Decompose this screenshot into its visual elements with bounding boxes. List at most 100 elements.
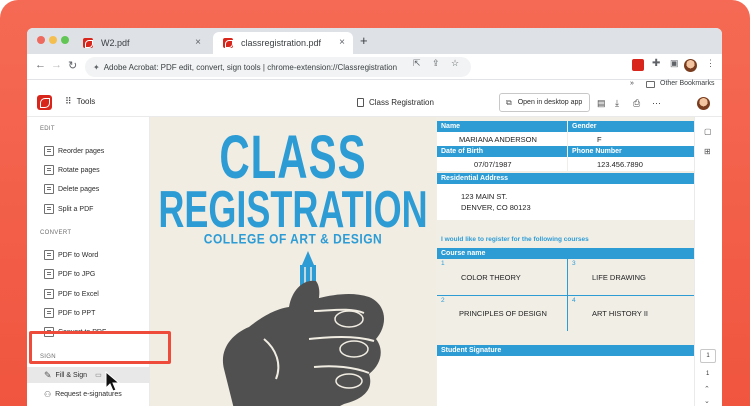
signature-header: Student Signature: [437, 345, 694, 356]
name-field[interactable]: MARIANA ANDERSON: [437, 132, 567, 146]
print-icon[interactable]: ⎙: [633, 98, 640, 109]
open-external-icon[interactable]: ⇱: [413, 58, 421, 69]
acrobat-extension-icon[interactable]: [632, 59, 644, 71]
pdf-to-ppt-item[interactable]: PDF to PPT: [44, 306, 95, 320]
delete-icon: [44, 184, 54, 194]
rotate-icon: [44, 165, 54, 175]
people-icon: ⚇: [44, 389, 52, 399]
star-icon[interactable]: ☆: [451, 58, 459, 69]
course-name-header: Course name: [437, 248, 694, 259]
section-edit: EDIT: [40, 126, 55, 132]
tab-title: W2.pdf: [101, 38, 130, 48]
grid-icon: ⠿: [65, 96, 72, 106]
delete-pages-item[interactable]: Delete pages: [44, 182, 99, 196]
close-tab-icon[interactable]: ×: [195, 37, 201, 48]
ppt-icon: [44, 308, 54, 318]
course-3[interactable]: LIFE DRAWING: [592, 273, 646, 282]
item-label: Fill & Sign: [55, 371, 88, 379]
document-title: Class Registration: [357, 98, 434, 107]
gender-header: Gender: [568, 121, 694, 132]
address-header: Residential Address: [437, 173, 694, 184]
item-label: Rotate pages: [58, 166, 100, 174]
tab-title: classregistration.pdf: [241, 38, 322, 48]
mouse-cursor-icon: [105, 371, 121, 392]
sidepanel-icon[interactable]: ▣: [670, 58, 679, 69]
acrobat-header: ⠿ Tools Class Registration ⧉ Open in des…: [27, 90, 722, 117]
profile-avatar[interactable]: [684, 59, 697, 72]
item-label: PDF to PPT: [58, 309, 96, 317]
share-icon[interactable]: ⇪: [432, 58, 440, 69]
phone-value: 123.456.7890: [597, 160, 643, 169]
item-label: Reorder pages: [58, 147, 105, 155]
more-options-icon[interactable]: ⋯: [652, 98, 661, 109]
bookmarks-chevron-icon[interactable]: »: [630, 80, 634, 87]
pdf-to-word-item[interactable]: PDF to Word: [44, 248, 98, 262]
dob-field[interactable]: 07/07/1987: [437, 157, 567, 171]
item-label: Delete pages: [58, 185, 100, 193]
split-pdf-item[interactable]: Split a PDF: [44, 202, 93, 216]
registration-form: Name Gender MARIANA ANDERSON F Date of B…: [437, 121, 694, 406]
chevron-down-icon[interactable]: ⌄: [704, 397, 710, 405]
open-in-desktop-button[interactable]: ⧉ Open in desktop app: [499, 93, 590, 112]
reload-button[interactable]: ↻: [68, 59, 77, 72]
extensions-icon[interactable]: ✚: [652, 58, 660, 69]
poster-panel: CLASS REGISTRATION COLLEGE OF ART & DESI…: [150, 117, 436, 406]
course-number: 3: [572, 260, 576, 267]
course-number: 4: [572, 297, 576, 304]
comment-icon[interactable]: ▤: [597, 98, 606, 109]
acrobat-logo-icon[interactable]: [37, 95, 52, 110]
tab-w2[interactable]: W2.pdf ×: [73, 32, 209, 54]
tools-button[interactable]: ⠿ Tools: [65, 96, 95, 107]
name-value: MARIANA ANDERSON: [459, 135, 537, 144]
split-icon: [44, 204, 54, 214]
course-2[interactable]: PRINCIPLES OF DESIGN: [459, 309, 547, 318]
chevron-up-icon[interactable]: ⌃: [704, 385, 710, 393]
window-maximize-dot[interactable]: [61, 36, 69, 44]
document-viewer[interactable]: CLASS REGISTRATION COLLEGE OF ART & DESI…: [150, 117, 694, 406]
course-1[interactable]: COLOR THEORY: [461, 273, 521, 282]
word-icon: [44, 250, 54, 260]
pdf-to-excel-item[interactable]: PDF to Excel: [44, 287, 99, 301]
pdf-icon: [83, 38, 93, 48]
comments-icon[interactable]: ▢: [704, 127, 712, 136]
download-icon[interactable]: ⤓: [615, 98, 619, 109]
page-number-input[interactable]: 1: [700, 349, 716, 363]
course-number: 1: [441, 260, 445, 267]
address-text: Adobe Acrobat: PDF edit, convert, sign t…: [103, 62, 398, 72]
fill-and-sign-item[interactable]: ✎ Fill & Sign ▭: [44, 368, 102, 382]
back-button[interactable]: ←: [35, 59, 46, 71]
window-close-dot[interactable]: [37, 36, 45, 44]
courses-intro: I would like to register for the followi…: [441, 236, 589, 243]
phone-header: Phone Number: [568, 146, 694, 157]
rotate-pages-item[interactable]: Rotate pages: [44, 163, 100, 177]
course-4[interactable]: ART HISTORY II: [592, 309, 648, 318]
document-title-text: Class Registration: [369, 98, 434, 107]
page-total: 1: [706, 371, 710, 377]
browser-menu-icon[interactable]: ⋮: [706, 58, 715, 69]
hand-holding-pencil-illustration: [222, 251, 384, 406]
item-label: PDF to Excel: [58, 290, 99, 298]
course-divider-h: [437, 295, 694, 296]
new-tab-button[interactable]: +: [360, 33, 368, 48]
course-number: 2: [441, 297, 445, 304]
browser-toolbar: ← → ↻ ✦ Adobe Acrobat: PDF edit, convert…: [27, 54, 722, 80]
reorder-pages-item[interactable]: Reorder pages: [44, 144, 104, 158]
user-avatar[interactable]: [697, 97, 710, 110]
address-field[interactable]: 123 MAIN ST. DENVER, CO 80123: [437, 184, 694, 220]
gender-value: F: [597, 135, 602, 144]
signature-field[interactable]: [437, 356, 694, 406]
address-line2: DENVER, CO 80123: [461, 203, 531, 212]
phone-field[interactable]: 123.456.7890: [568, 157, 694, 171]
thumbnails-icon[interactable]: ⊞: [704, 147, 711, 156]
pdf-to-jpg-item[interactable]: PDF to JPG: [44, 267, 95, 281]
dob-value: 07/07/1987: [474, 160, 512, 169]
window-minimize-dot[interactable]: [49, 36, 57, 44]
item-label: PDF to JPG: [58, 270, 96, 278]
name-header: Name: [437, 121, 567, 132]
gender-field[interactable]: F: [568, 132, 694, 146]
tab-classregistration[interactable]: classregistration.pdf ×: [213, 32, 353, 54]
other-bookmarks[interactable]: Other Bookmarks: [660, 80, 714, 87]
forward-button[interactable]: →: [51, 59, 62, 71]
puzzle-icon: ✦: [93, 62, 100, 72]
close-tab-icon[interactable]: ×: [339, 37, 345, 48]
